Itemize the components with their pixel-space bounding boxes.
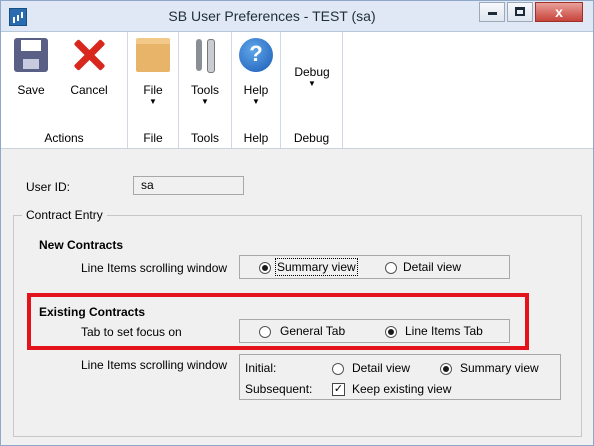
initial-summary-view-label[interactable]: Summary view (460, 361, 539, 375)
folder-icon (136, 38, 170, 72)
save-button-label: Save (17, 83, 45, 97)
help-menu-button[interactable]: ? Help ▼ (239, 38, 273, 106)
general-tab-label[interactable]: General Tab (280, 324, 345, 338)
window-title: SB User Preferences - TEST (sa) (168, 8, 376, 24)
ribbon-group-label: Debug (293, 131, 330, 145)
debug-button-label: Debug (294, 65, 330, 79)
close-icon: x (555, 4, 563, 20)
debug-menu-button[interactable]: Debug ▼ (291, 65, 333, 88)
file-button-label: File (143, 83, 163, 97)
new-contracts-heading: New Contracts (39, 238, 124, 252)
initial-detail-view-label[interactable]: Detail view (352, 361, 410, 375)
minimize-button[interactable] (479, 2, 505, 22)
ribbon-group-actions: Save Cancel Actions (1, 32, 128, 148)
dropdown-arrow-icon: ▼ (252, 97, 260, 106)
help-button-label: Help (243, 83, 269, 97)
initial-detail-view-radio[interactable] (332, 363, 344, 375)
minimize-icon (488, 12, 497, 15)
cancel-button-label: Cancel (70, 83, 108, 97)
tools-icon (188, 38, 222, 73)
new-detail-view-label[interactable]: Detail view (403, 260, 461, 274)
user-id-field[interactable]: sa (133, 176, 244, 195)
file-menu-button[interactable]: File ▼ (136, 38, 170, 106)
ribbon-group-label: Help (243, 131, 269, 145)
new-contracts-options: Summary view Detail view (239, 255, 510, 279)
maximize-icon (515, 7, 525, 16)
dropdown-arrow-icon: ▼ (201, 97, 209, 106)
new-contracts-scroll-label: Line Items scrolling window (81, 261, 228, 275)
dropdown-arrow-icon: ▼ (308, 79, 316, 88)
help-icon: ? (239, 38, 273, 72)
new-summary-view-label[interactable]: Summary view (275, 258, 358, 276)
initial-label: Initial: (245, 361, 277, 375)
cancel-button[interactable]: Cancel (61, 38, 117, 97)
ribbon-group-help: ? Help ▼ Help (232, 32, 281, 148)
tools-button-label: Tools (190, 83, 219, 97)
focus-tab-label: Tab to set focus on (81, 325, 182, 339)
existing-scroll-label: Line Items scrolling window (81, 358, 228, 372)
focus-tab-options: General Tab Line Items Tab (239, 319, 510, 343)
new-detail-view-radio[interactable] (385, 262, 397, 274)
contract-entry-label: Contract Entry (22, 208, 107, 222)
keep-existing-view-checkbox[interactable]: ✓ (332, 383, 345, 396)
keep-existing-view-label[interactable]: Keep existing view (352, 382, 451, 396)
line-items-tab-label[interactable]: Line Items Tab (405, 324, 483, 338)
maximize-button[interactable] (507, 2, 533, 22)
user-id-label: User ID: (26, 180, 71, 194)
dropdown-arrow-icon: ▼ (149, 97, 157, 106)
existing-contracts-heading: Existing Contracts (39, 305, 146, 319)
ribbon-group-label: File (143, 131, 163, 145)
ribbon-group-label: Tools (190, 131, 219, 145)
ribbon-group-file: File ▼ File (128, 32, 179, 148)
new-summary-view-radio[interactable] (259, 262, 271, 274)
preferences-form: User ID: sa Contract Entry New Contracts… (1, 149, 593, 445)
title-bar: SB User Preferences - TEST (sa) x (1, 1, 593, 32)
ribbon-group-debug: Debug ▼ Debug (281, 32, 343, 148)
preferences-window: SB User Preferences - TEST (sa) x Save C… (0, 0, 594, 446)
ribbon-group-label: Actions (44, 131, 84, 145)
tools-menu-button[interactable]: Tools ▼ (187, 38, 223, 106)
save-button[interactable]: Save (11, 38, 51, 97)
ribbon-group-tools: Tools ▼ Tools (179, 32, 232, 148)
general-tab-radio[interactable] (259, 326, 271, 338)
save-icon (14, 38, 48, 72)
subsequent-label: Subsequent: (245, 382, 313, 396)
ribbon: Save Cancel Actions File ▼ File Tools ▼ … (1, 32, 593, 149)
existing-scroll-options: Initial: Detail view Summary view Subseq… (239, 354, 561, 400)
cancel-icon (72, 38, 106, 72)
initial-summary-view-radio[interactable] (440, 363, 452, 375)
line-items-tab-radio[interactable] (385, 326, 397, 338)
close-button[interactable]: x (535, 2, 583, 22)
